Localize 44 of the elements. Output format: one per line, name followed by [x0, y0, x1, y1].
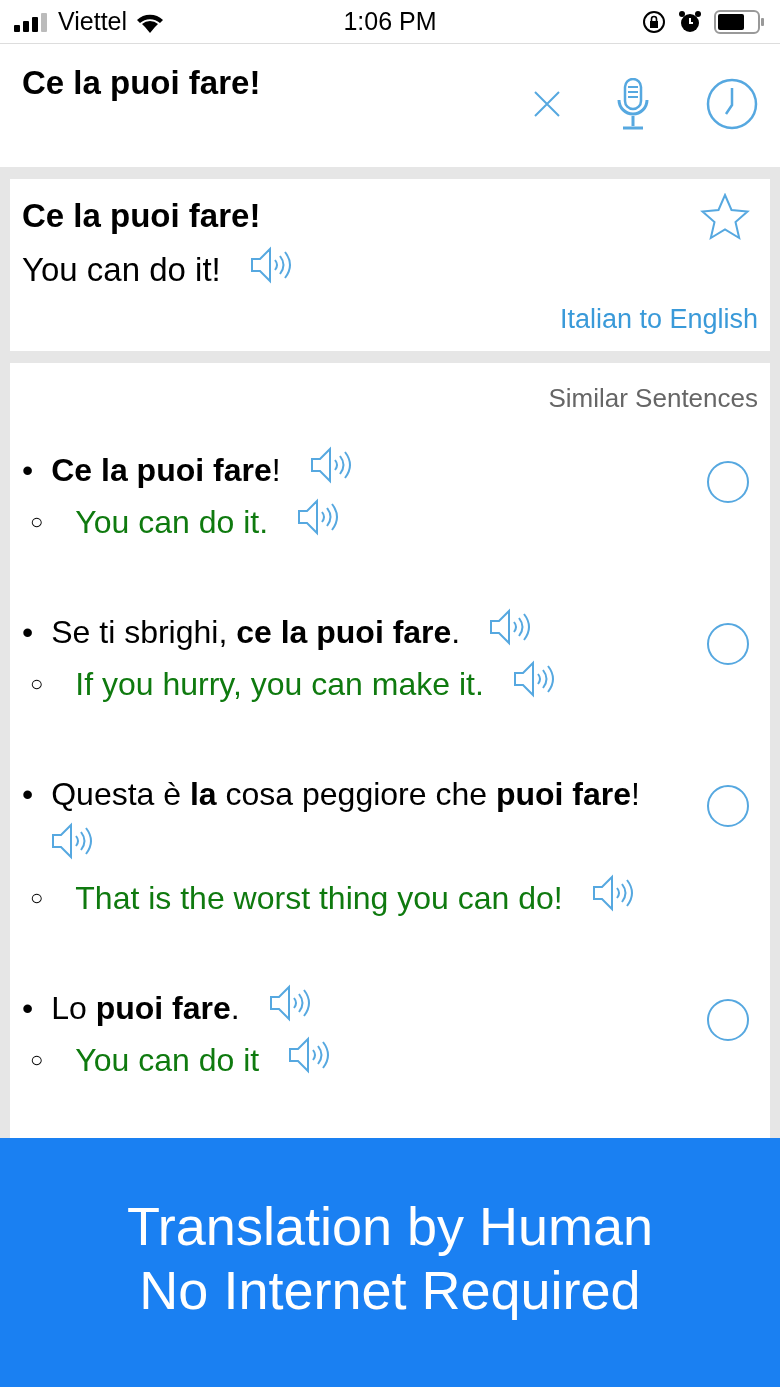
radio-button[interactable]: [706, 998, 750, 1042]
rotation-lock-icon: [642, 9, 666, 34]
speaker-icon[interactable]: [511, 659, 556, 699]
sub-bullet: ○: [30, 671, 44, 696]
banner-text: No Internet Required: [139, 1259, 641, 1322]
sentence-text: Se ti sbrighi, ce la puoi fare.: [51, 614, 461, 650]
bullet: •: [22, 776, 34, 812]
source-sentence: Ce la puoi fare!: [22, 197, 261, 235]
banner-text: Translation by Human: [126, 1195, 654, 1258]
bullet: •: [22, 614, 34, 650]
star-icon[interactable]: [700, 193, 750, 241]
sentence-text: Questa è la cosa peggiore che puoi fare!: [51, 776, 640, 812]
close-icon[interactable]: [534, 90, 560, 117]
translation-text: You can do it!: [22, 251, 221, 288]
sentence-text: Lo puoi fare.: [51, 990, 240, 1026]
radio-button[interactable]: [706, 460, 750, 504]
speaker-icon[interactable]: [50, 821, 94, 861]
radio-button[interactable]: [706, 622, 750, 666]
speaker-icon[interactable]: [287, 1035, 332, 1075]
carrier-name: Viettel: [58, 7, 128, 36]
sub-bullet: ○: [30, 1047, 44, 1072]
translation-text: You can do it: [75, 1042, 260, 1078]
battery-icon: [714, 9, 766, 34]
speaker-icon[interactable]: [296, 497, 341, 537]
translation-text: If you hurry, you can make it.: [75, 666, 484, 702]
speaker-icon[interactable]: [308, 445, 353, 485]
speaker-icon[interactable]: [248, 245, 293, 285]
bullet: •: [22, 452, 34, 488]
history-clock-icon[interactable]: [706, 77, 758, 130]
clock-time: 1:06 PM: [343, 7, 437, 36]
translation-text: You can do it.: [75, 504, 269, 540]
sub-bullet: ○: [30, 885, 44, 910]
speaker-icon[interactable]: [488, 607, 533, 647]
microphone-icon[interactable]: [616, 77, 650, 130]
radio-button[interactable]: [706, 784, 750, 828]
alarm-icon: [678, 9, 702, 34]
section-title: Similar Sentences: [548, 383, 758, 414]
speaker-icon[interactable]: [590, 873, 635, 913]
sentence-text: Ce la puoi fare!: [51, 452, 281, 488]
translation-text: That is the worst thing you can do!: [75, 880, 563, 916]
sub-bullet: ○: [30, 509, 44, 534]
signal-icon: [14, 11, 50, 32]
bullet: •: [22, 990, 34, 1026]
speaker-icon[interactable]: [267, 983, 312, 1023]
